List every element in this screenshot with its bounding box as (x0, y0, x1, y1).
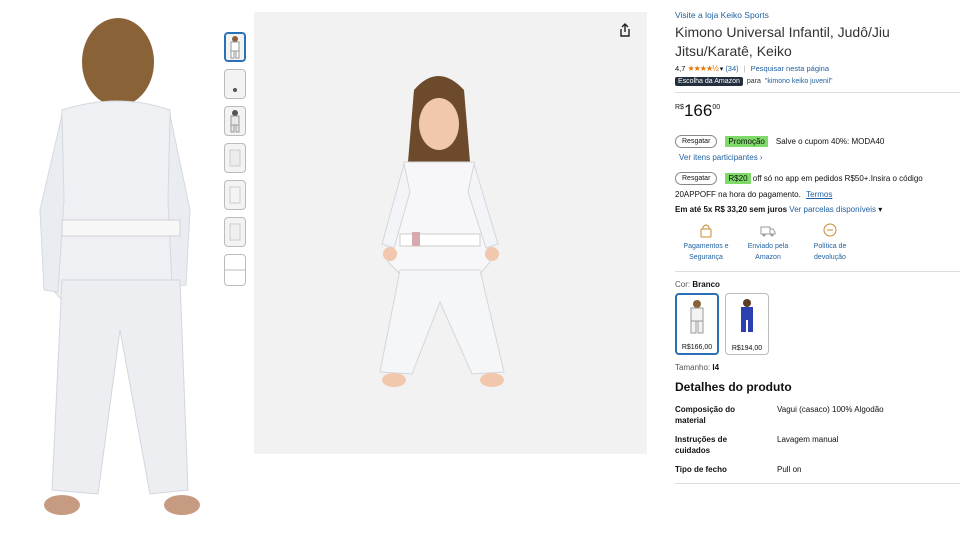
thumbnail-front[interactable] (224, 32, 246, 62)
coupon-row: Resgatar Promoção Salve o cupom 40%: MOD… (675, 135, 960, 148)
thumbnail-detail-2[interactable] (224, 143, 246, 173)
thumbnail-more[interactable] (224, 254, 246, 286)
color-label-row: Cor: Branco (675, 280, 960, 289)
app-offer-text2: 20APPOFF na hora do pagamento. (675, 190, 801, 199)
details-value: Pull on (777, 465, 802, 474)
feature-label-line1: Pagamentos e (683, 243, 729, 250)
product-title-line2: Jitsu/Karatê, Keiko (675, 43, 792, 59)
chevron-down-icon[interactable]: ▾ (878, 205, 882, 214)
details-value: Vagui (casaco) 100% Algodão (777, 405, 884, 414)
coupon-text: Salve o cupom 40%: MODA40 (775, 137, 885, 146)
feature-label-line2: Amazon (755, 254, 781, 261)
choice-for-prefix: para (746, 78, 761, 85)
size-label: Tamanho: (675, 363, 711, 372)
swatch-white[interactable]: R$166,00 (675, 293, 719, 355)
share-icon[interactable] (617, 22, 633, 38)
price-cents: 00 (712, 104, 721, 111)
details-key-line1: Instruções de (675, 435, 728, 444)
rating-count[interactable]: (34) (725, 64, 738, 73)
participating-items-link[interactable]: Ver itens participantes › (679, 153, 960, 162)
installments-link[interactable]: Ver parcelas disponíveis (789, 205, 876, 214)
truck-icon (760, 222, 776, 238)
amazon-choice-row: Escolha da Amazon para "kimono keiko juv… (675, 77, 960, 86)
return-box-icon (822, 222, 838, 238)
store-link[interactable]: Visite a loja Keiko Sports (675, 10, 960, 20)
divider (675, 92, 960, 93)
divider (675, 483, 960, 484)
coupon-redeem-button[interactable]: Resgatar (675, 135, 718, 148)
details-key-line2: cuidados (675, 446, 711, 455)
color-label: Cor: (675, 280, 691, 289)
price: R$ 166 00 (675, 101, 960, 121)
terms-link[interactable]: Termos (806, 190, 832, 199)
product-title: Kimono Universal Infantil, Judô/Jiu Jits… (675, 23, 960, 61)
product-title-line1: Kimono Universal Infantil, Judô/Jiu (675, 24, 890, 40)
details-key: Tipo de fecho (675, 464, 777, 475)
app-offer-row: Resgatar R$20 off só no app em pedidos R… (675, 172, 960, 185)
app-offer-text: R$20 off só no app em pedidos R$50+.Insi… (725, 173, 923, 184)
feature-payment-security[interactable]: Pagamentos e Segurança (675, 222, 737, 263)
search-page-link[interactable]: Pesquisar nesta página (751, 64, 829, 73)
feature-label-line2: Segurança (689, 254, 723, 261)
feature-shipped-by-amazon[interactable]: Enviado pela Amazon (737, 222, 799, 263)
swatch-price: R$194,00 (731, 345, 763, 352)
color-swatches: R$166,00 R$194,00 (675, 293, 960, 355)
thumbnail-back[interactable] (224, 106, 246, 136)
details-row: Composição do material Vagui (casaco) 10… (675, 404, 960, 426)
size-row: Tamanho: I4 (675, 363, 960, 372)
price-whole: 166 (683, 101, 713, 120)
details-key-line2: material (675, 416, 706, 425)
choice-query-link[interactable]: "kimono keiko juvenil" (765, 78, 833, 85)
star-rating-icon[interactable]: ★★★★½ (687, 64, 718, 73)
blue-kimono-icon (741, 299, 753, 332)
details-key: Composição do material (675, 404, 777, 426)
feature-label-line1: Enviado pela (747, 243, 789, 250)
feature-return-policy[interactable]: Política de devolução (799, 222, 861, 263)
divider: | (743, 64, 746, 73)
details-value: Lavagem manual (777, 435, 839, 444)
back-view-photo (0, 0, 222, 540)
app-offer-redeem-button[interactable]: Resgatar (675, 172, 718, 185)
promo-tag: Promoção (725, 136, 768, 147)
thumbnail-detail-1[interactable] (224, 69, 246, 99)
details-key-line1: Tipo de fecho (675, 465, 727, 474)
thumbnail-strip (224, 32, 250, 293)
installments-row: Em até 5x R$ 33,20 sem juros Ver parcela… (675, 205, 960, 214)
price-currency: R$ (675, 104, 684, 111)
product-info-panel: Visite a loja Keiko Sports Kimono Univer… (675, 10, 960, 484)
details-table: Composição do material Vagui (casaco) 10… (675, 404, 960, 475)
swatch-blue[interactable]: R$194,00 (725, 293, 769, 355)
divider (675, 271, 960, 272)
app-offer-text1: off só no app em pedidos R$50+.Insira o … (752, 174, 923, 183)
feature-label-line2: devolução (814, 254, 846, 261)
app-offer-line2: 20APPOFF na hora do pagamento. Termos (675, 190, 960, 199)
chevron-down-icon[interactable]: ▾ (720, 65, 724, 73)
color-selected: Branco (692, 280, 720, 289)
thumbnail-detail-4[interactable] (224, 217, 246, 247)
details-key: Instruções de cuidados (675, 434, 777, 456)
amazon-choice-badge: Escolha da Amazon (675, 77, 743, 86)
installments-text: Em até 5x R$ 33,20 sem juros (675, 205, 788, 214)
lock-icon (698, 222, 714, 238)
details-title: Detalhes do produto (675, 380, 792, 394)
details-row: Instruções de cuidados Lavagem manual (675, 434, 960, 456)
size-selected: I4 (712, 363, 720, 372)
rating-value: 4,7 (675, 64, 686, 73)
white-kimono-icon (690, 300, 704, 334)
thumbnail-detail-3[interactable] (224, 180, 246, 210)
app-offer-amount-tag: R$20 (725, 173, 751, 184)
swatch-price: R$166,00 (681, 344, 713, 351)
details-key-line1: Composição do (675, 405, 736, 414)
main-product-image[interactable] (254, 12, 647, 454)
rating-row: 4,7 ★★★★½ ▾ (34) | Pesquisar nesta págin… (675, 64, 960, 73)
details-row: Tipo de fecho Pull on (675, 464, 960, 475)
feature-icons-row: Pagamentos e Segurança Enviado pela Amaz… (675, 222, 960, 263)
feature-label-line1: Política de (813, 243, 847, 250)
